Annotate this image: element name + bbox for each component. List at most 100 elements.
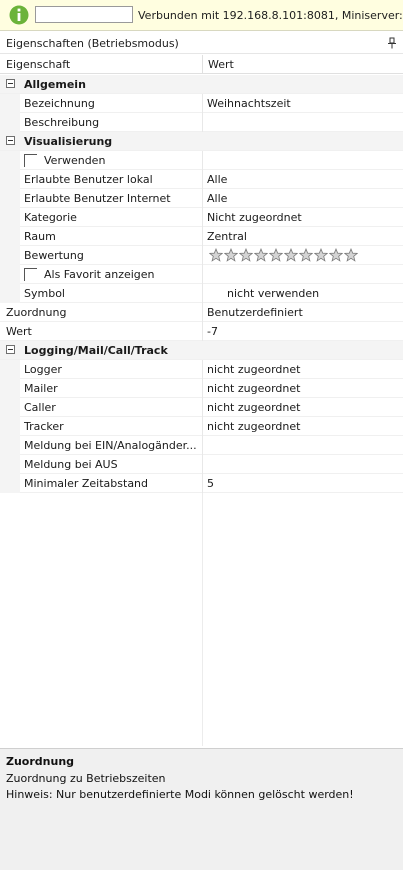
row-divider (202, 474, 203, 493)
star-icon[interactable] (313, 247, 329, 262)
property-row[interactable]: Meldung bei EIN/Analogänder... (0, 436, 403, 455)
rating-stars[interactable] (208, 247, 359, 263)
column-header-value[interactable]: Wert (208, 58, 234, 71)
description-panel: Zuordnung Zuordnung zu Betriebszeiten Hi… (0, 748, 403, 870)
collapse-icon[interactable] (6, 345, 15, 354)
row-divider (202, 151, 203, 170)
row-divider (202, 113, 203, 132)
property-value[interactable]: Alle (207, 192, 227, 205)
panel-title: Eigenschaften (Betriebsmodus) (6, 37, 179, 50)
row-divider (202, 455, 203, 474)
checkbox[interactable] (24, 154, 37, 167)
property-value[interactable]: Benutzerdefiniert (207, 306, 303, 319)
property-value[interactable]: nicht zugeordnet (207, 401, 300, 414)
property-value[interactable]: Weihnachtszeit (207, 97, 291, 110)
pin-icon[interactable] (387, 37, 397, 49)
property-label: Logger (24, 363, 62, 376)
row-divider (202, 417, 203, 436)
property-label: Meldung bei EIN/Analogänder... (24, 439, 197, 452)
property-row[interactable]: Verwenden (0, 151, 403, 170)
property-label: Meldung bei AUS (24, 458, 118, 471)
info-icon (9, 5, 29, 25)
property-value[interactable]: nicht zugeordnet (207, 363, 300, 376)
category-row[interactable]: Visualisierung (0, 132, 403, 151)
property-row[interactable]: Mailer nicht zugeordnet (0, 379, 403, 398)
property-row[interactable]: Bewertung (0, 246, 403, 265)
property-row[interactable]: Erlaubte Benutzer lokal Alle (0, 170, 403, 189)
column-divider (202, 493, 203, 746)
property-row[interactable]: Bezeichnung Weihnachtszeit (0, 94, 403, 113)
property-label: Bewertung (24, 249, 84, 262)
property-row[interactable]: Logger nicht zugeordnet (0, 360, 403, 379)
row-divider (202, 227, 203, 246)
status-bar: Verbunden mit 192.168.8.101:8081, Minise… (0, 0, 403, 31)
property-row[interactable]: Tracker nicht zugeordnet (0, 417, 403, 436)
property-row[interactable]: Zuordnung Benutzerdefiniert (0, 303, 403, 322)
row-gutter (0, 265, 20, 284)
star-icon[interactable] (268, 247, 284, 262)
star-icon[interactable] (223, 247, 239, 262)
property-value[interactable]: 5 (207, 477, 214, 490)
description-text: Zuordnung zu Betriebszeiten (6, 772, 166, 785)
row-divider (202, 322, 203, 341)
property-value[interactable]: nicht zugeordnet (207, 382, 300, 395)
category-label: Logging/Mail/Call/Track (24, 344, 168, 357)
property-row[interactable]: Symbol nicht verwenden (0, 284, 403, 303)
property-row[interactable]: Erlaubte Benutzer Internet Alle (0, 189, 403, 208)
star-icon[interactable] (253, 247, 269, 262)
property-grid: Allgemein Bezeichnung Weihnachtszeit Beschr… (0, 75, 403, 493)
property-value[interactable]: Zentral (207, 230, 247, 243)
property-value[interactable]: nicht zugeordnet (207, 420, 300, 433)
property-label: Zuordnung (6, 306, 67, 319)
row-gutter (0, 246, 20, 265)
row-gutter (0, 113, 20, 132)
property-row[interactable]: Minimaler Zeitabstand 5 (0, 474, 403, 493)
property-row[interactable]: Caller nicht zugeordnet (0, 398, 403, 417)
row-gutter (0, 284, 20, 303)
star-icon[interactable] (208, 247, 224, 262)
description-hint: Hinweis: Nur benutzerdefinierte Modi kön… (6, 788, 354, 801)
property-label: Caller (24, 401, 56, 414)
progress-bar (35, 6, 133, 23)
star-icon[interactable] (298, 247, 314, 262)
property-row[interactable]: Raum Zentral (0, 227, 403, 246)
row-gutter (0, 436, 20, 455)
property-row[interactable]: Beschreibung (0, 113, 403, 132)
row-gutter (0, 208, 20, 227)
row-divider (202, 360, 203, 379)
property-value[interactable]: Alle (207, 173, 227, 186)
column-header-property[interactable]: Eigenschaft (6, 58, 70, 71)
row-gutter (0, 398, 20, 417)
property-value[interactable]: nicht verwenden (227, 287, 319, 300)
property-label: Symbol (24, 287, 65, 300)
star-icon[interactable] (328, 247, 344, 262)
property-label: Verwenden (44, 154, 106, 167)
star-icon[interactable] (343, 247, 359, 262)
property-row[interactable]: Wert -7 (0, 322, 403, 341)
checkbox[interactable] (24, 268, 37, 281)
row-divider (202, 303, 203, 322)
property-row[interactable]: Meldung bei AUS (0, 455, 403, 474)
category-row[interactable]: Logging/Mail/Call/Track (0, 341, 403, 360)
property-value[interactable]: Nicht zugeordnet (207, 211, 302, 224)
row-gutter (0, 151, 20, 170)
row-divider (202, 398, 203, 417)
property-label: Beschreibung (24, 116, 100, 129)
grid-empty-area (0, 493, 403, 746)
row-gutter (0, 474, 20, 493)
star-icon[interactable] (238, 247, 254, 262)
property-label: Bezeichnung (24, 97, 95, 110)
column-divider[interactable] (202, 55, 203, 74)
category-row[interactable]: Allgemein (0, 75, 403, 94)
row-gutter (0, 417, 20, 436)
collapse-icon[interactable] (6, 136, 15, 145)
property-row[interactable]: Als Favorit anzeigen (0, 265, 403, 284)
column-header: Eigenschaft Wert (0, 55, 403, 74)
row-gutter (0, 189, 20, 208)
property-label: Als Favorit anzeigen (44, 268, 155, 281)
property-row[interactable]: Kategorie Nicht zugeordnet (0, 208, 403, 227)
description-title: Zuordnung (6, 755, 75, 768)
property-value[interactable]: -7 (207, 325, 218, 338)
star-icon[interactable] (283, 247, 299, 262)
collapse-icon[interactable] (6, 79, 15, 88)
